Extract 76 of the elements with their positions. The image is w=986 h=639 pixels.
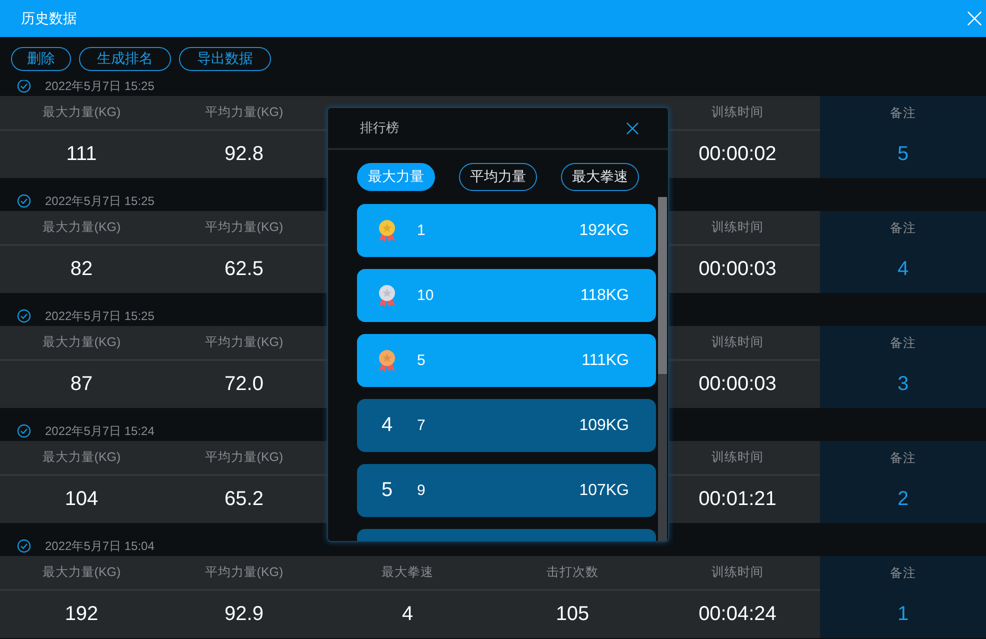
player-number: 1 [417,222,426,239]
rank-number: 4 [381,414,393,437]
score-value: 111KG [582,352,629,370]
column-header: 训练时间 [712,449,764,466]
column-header: 最大力量(KG) [42,104,121,121]
tab[interactable]: 最大拳速 [561,163,639,191]
column-header: 备注 [890,105,916,122]
check-circle-icon[interactable] [17,194,31,208]
column-header: 击打次数 [546,564,598,581]
column-header: 备注 [890,450,916,467]
record-date: 2022年5月7日 15:25 [45,80,154,94]
column-header: 训练时间 [712,564,764,581]
rank-number: 5 [381,479,393,502]
dialog-title: 排行榜 [360,119,399,137]
ranking-item[interactable]: 4 7 109KG [357,399,656,452]
table-cell: 62.5 [224,258,264,281]
column-header: 最大拳速 [382,564,434,581]
table-cell: 00:00:03 [698,373,776,396]
ranking-item[interactable]: 5 9 107KG [357,464,656,517]
column-header: 备注 [890,335,916,352]
toolbar-button[interactable]: 生成排名 [79,46,171,70]
column-header: 训练时间 [712,104,764,121]
table-cell: 72.0 [224,373,264,396]
table-cell: 5 [897,143,909,166]
table-cell: 4 [402,603,414,626]
table-cell: 192 [64,603,98,626]
tab[interactable]: 平均力量 [459,163,537,191]
table-cell: 2 [897,488,909,511]
column-header: 训练时间 [712,219,764,236]
player-number: 9 [417,482,426,499]
toolbar-button[interactable]: 删除 [11,46,71,70]
table-cell: 00:00:03 [698,258,776,281]
record-date: 2022年5月7日 15:24 [45,422,154,440]
score-value: 192KG [579,222,629,240]
table-cell: 87 [70,373,93,396]
column-header: 平均力量(KG) [204,334,284,351]
check-circle-icon[interactable] [17,539,31,553]
player-number: 5 [417,352,426,369]
table-cell: 00:00:02 [698,143,776,166]
column-header: 最大力量(KG) [42,334,121,351]
table-cell: 105 [556,603,590,626]
column-header: 最大力量(KG) [42,449,121,466]
column-header: 最大力量(KG) [42,219,121,236]
table-cell: 00:04:24 [698,603,776,626]
table-cell: 3 [897,373,909,396]
table-cell: 82 [70,258,93,281]
column-header: 平均力量(KG) [204,104,284,121]
column-header: 平均力量(KG) [204,449,284,466]
score-value: 118KG [580,286,629,304]
toolbar-button[interactable]: 导出数据 [179,46,271,70]
column-header: 备注 [890,565,916,582]
player-number: 10 [417,287,435,304]
score-value: 109KG [579,416,629,434]
score-value: 107KG [579,482,629,500]
table-cell: 92.9 [224,603,264,626]
column-header: 最大力量(KG) [42,564,121,581]
window-title: 历史数据 [21,10,77,28]
record-date: 2022年5月7日 15:04 [45,538,154,554]
record-date: 2022年5月7日 15:25 [45,308,154,324]
table-cell: 92.8 [224,143,264,166]
table-cell: 65.2 [224,488,264,511]
scrollbar-thumb[interactable] [658,197,667,374]
column-header: 平均力量(KG) [204,564,284,581]
table-cell: 104 [64,488,98,511]
column-header: 备注 [890,220,916,237]
table-cell: 1 [897,603,909,626]
table-cell: 111 [66,143,97,166]
check-circle-icon[interactable] [17,309,31,323]
column-header: 平均力量(KG) [204,219,284,236]
check-circle-icon[interactable] [17,424,31,438]
player-number: 7 [417,417,426,434]
record-date: 2022年5月7日 15:25 [45,192,154,210]
column-header: 训练时间 [712,334,764,351]
table-cell: 00:01:21 [698,488,776,511]
close-icon[interactable] [626,122,639,134]
table-cell: 4 [897,258,909,281]
